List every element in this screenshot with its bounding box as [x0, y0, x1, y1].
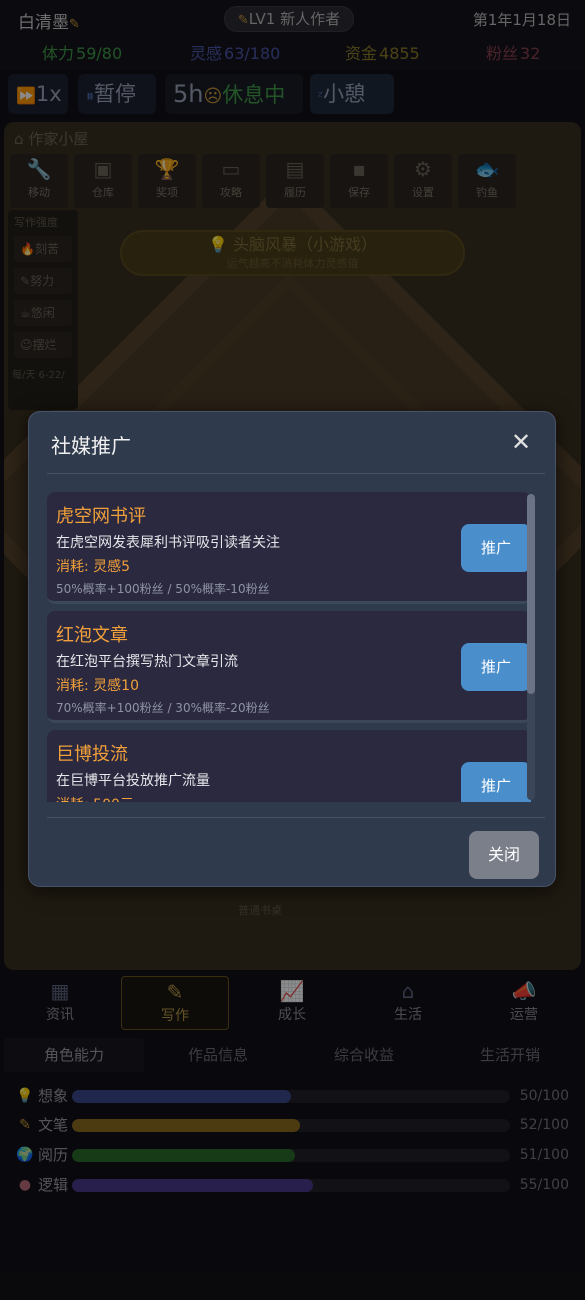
close-button[interactable]: 关闭: [469, 831, 539, 879]
promote-button[interactable]: 推广: [461, 643, 531, 691]
promotion-desc: 在红泡平台撰写热门文章引流: [56, 654, 238, 670]
promotion-title: 虎空网书评: [56, 506, 146, 527]
promotion-desc: 在巨博平台投放推广流量: [56, 773, 210, 789]
promotion-probability: 70%概率+100粉丝 / 30%概率-20粉丝: [56, 701, 270, 715]
promotion-card: 虎空网书评 在虎空网发表犀利书评吸引读者关注 消耗: 灵感5 50%概率+100…: [47, 492, 531, 604]
divider: [47, 817, 545, 818]
close-icon[interactable]: ✕: [509, 430, 533, 454]
promotion-title: 红泡文章: [56, 625, 128, 646]
social-promotion-dialog: 社媒推广 ✕ 虎空网书评 在虎空网发表犀利书评吸引读者关注 消耗: 灵感5 50…: [28, 411, 556, 887]
promotion-card: 巨博投流 在巨博平台投放推广流量 消耗: 500元 推广: [47, 730, 531, 802]
promote-button[interactable]: 推广: [461, 762, 531, 802]
promotion-desc: 在虎空网发表犀利书评吸引读者关注: [56, 535, 280, 551]
promotion-list[interactable]: 虎空网书评 在虎空网发表犀利书评吸引读者关注 消耗: 灵感5 50%概率+100…: [47, 492, 541, 802]
divider: [47, 473, 545, 474]
scrollbar[interactable]: [527, 494, 535, 800]
promotion-cost: 消耗: 灵感10: [56, 678, 139, 694]
promotion-probability: 50%概率+100粉丝 / 50%概率-10粉丝: [56, 582, 270, 596]
promotion-title: 巨博投流: [56, 744, 128, 765]
promote-button[interactable]: 推广: [461, 524, 531, 572]
promotion-cost: 消耗: 灵感5: [56, 559, 131, 575]
scrollbar-thumb[interactable]: [527, 494, 535, 694]
promotion-cost: 消耗: 500元: [56, 794, 134, 802]
dialog-title: 社媒推广: [51, 434, 131, 458]
promotion-card: 红泡文章 在红泡平台撰写热门文章引流 消耗: 灵感10 70%概率+100粉丝 …: [47, 611, 531, 723]
